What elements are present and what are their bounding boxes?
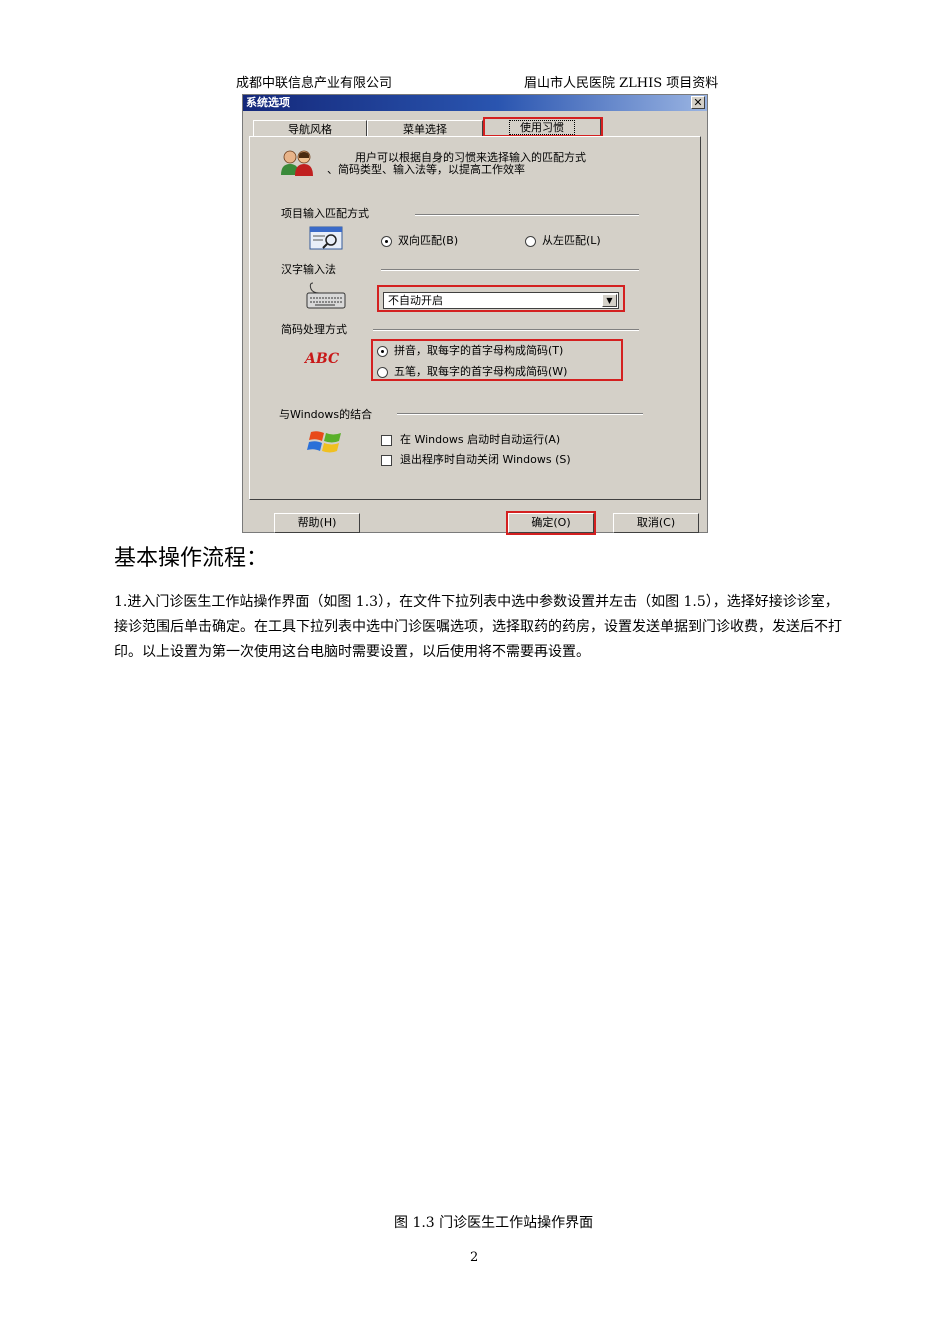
highlight-ok-button	[506, 511, 596, 535]
abc-icon: ABC	[305, 351, 340, 367]
keyboard-icon	[306, 282, 346, 309]
autostart-label: 在 Windows 启动时自动运行(A)	[400, 433, 561, 446]
radio-empty-icon	[525, 235, 536, 247]
highlight-tab	[483, 117, 603, 137]
tab-menu-selection[interactable]: 菜单选择	[367, 120, 483, 137]
autostart-checkbox[interactable]: 在 Windows 启动时自动运行(A)	[381, 431, 560, 447]
page-number: 2	[470, 1250, 479, 1265]
help-button[interactable]: 帮助(H)	[274, 513, 360, 533]
match-section-label: 项目输入匹配方式	[281, 207, 369, 220]
highlight-code-options	[371, 339, 623, 381]
bidirectional-match-label: 双向匹配(B)	[398, 234, 459, 247]
close-button[interactable]: ✕	[691, 96, 705, 109]
users-icon	[281, 150, 313, 176]
ime-section-label: 汉字输入法	[281, 263, 336, 276]
section-heading: 基本操作流程：	[114, 546, 269, 571]
code-section-label: 简码处理方式	[281, 323, 347, 336]
dialog-title: 系统选项	[246, 96, 290, 109]
windows-logo-icon	[307, 431, 341, 453]
intro-line-2: 、简码类型、输入法等，以提高工作效率	[327, 163, 525, 176]
cancel-button[interactable]: 取消(C)	[613, 513, 699, 533]
intro-text: 用户可以根据自身的习惯来选择输入的匹配方式 、简码类型、输入法等，以提高工作效率	[327, 152, 667, 176]
body-paragraph: 1.进入门诊医生工作站操作界面（如图 1.3），在文件下拉列表中选中参数设置并左…	[114, 594, 842, 660]
tab-navigation-style[interactable]: 导航风格	[253, 120, 367, 137]
windows-section-label: 与Windows的结合	[279, 408, 373, 421]
left-match-radio[interactable]: 从左匹配(L)	[525, 232, 601, 248]
windows-section-divider	[397, 413, 643, 415]
checkbox-empty-icon	[381, 454, 392, 466]
auto-shutdown-label: 退出程序时自动关闭 Windows (S)	[400, 453, 571, 466]
match-section-divider	[415, 214, 639, 216]
ime-section-divider	[381, 269, 639, 271]
highlight-ime-combobox	[377, 285, 625, 312]
left-match-label: 从左匹配(L)	[542, 234, 601, 247]
bidirectional-match-radio[interactable]: 双向匹配(B)	[381, 232, 458, 248]
header-company: 成都中联信息产业有限公司	[236, 76, 393, 91]
code-section-divider	[373, 329, 639, 331]
auto-shutdown-checkbox[interactable]: 退出程序时自动关闭 Windows (S)	[381, 451, 571, 467]
checkbox-empty-icon	[381, 434, 392, 446]
header-project: 眉山市人民医院 ZLHIS 项目资料	[524, 76, 719, 91]
search-document-icon	[309, 226, 343, 250]
radio-selected-icon	[381, 235, 392, 247]
system-options-dialog: 系统选项 ✕ 导航风格 菜单选择 使用习惯 用户可以根据自身的习惯来选择输入的匹…	[242, 94, 708, 535]
dialog-titlebar: 系统选项 ✕	[243, 95, 707, 111]
figure-caption: 图 1.3 门诊医生工作站操作界面	[394, 1215, 594, 1231]
